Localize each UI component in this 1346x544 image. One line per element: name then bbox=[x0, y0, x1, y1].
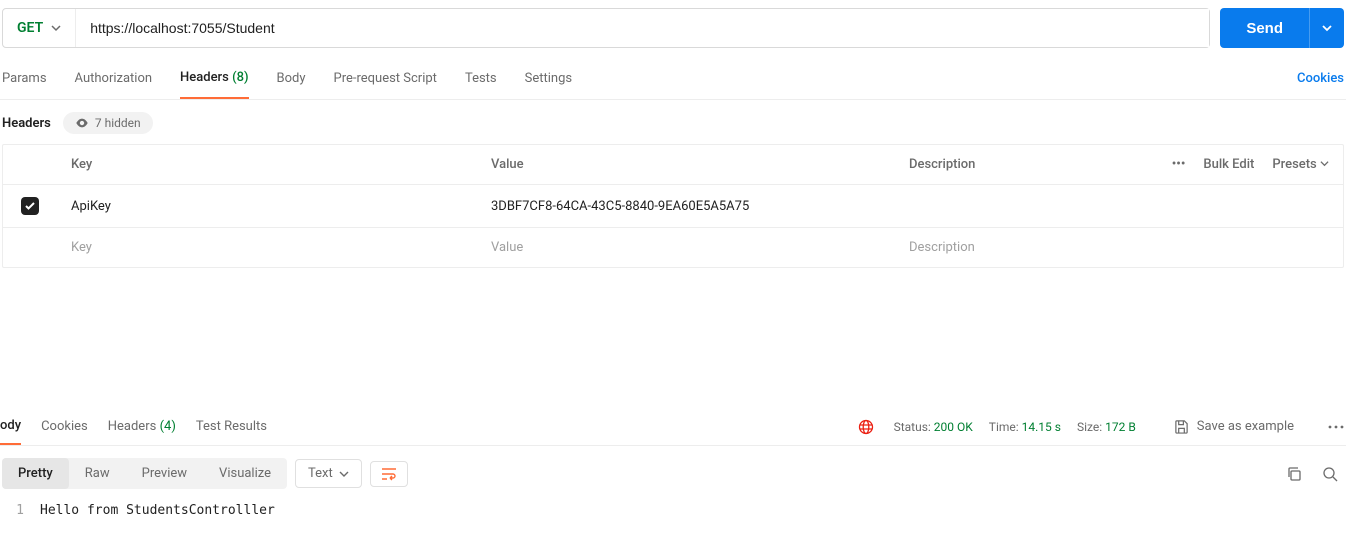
response-tabs: ody Cookies Headers (4) Test Results Sta… bbox=[0, 408, 1346, 446]
headers-title: Headers bbox=[2, 116, 51, 131]
row-checkbox[interactable] bbox=[21, 197, 39, 215]
save-as-example-button[interactable]: Save as example bbox=[1174, 419, 1294, 434]
header-desc-input[interactable]: Description bbox=[895, 228, 1133, 267]
search-icon[interactable] bbox=[1316, 466, 1344, 482]
tab-prerequest[interactable]: Pre-request Script bbox=[334, 71, 437, 98]
view-pretty[interactable]: Pretty bbox=[2, 458, 69, 489]
request-tabs: Params Authorization Headers (8) Body Pr… bbox=[0, 56, 1346, 100]
view-visualize[interactable]: Visualize bbox=[203, 458, 287, 489]
col-value: Value bbox=[477, 145, 895, 184]
tab-params[interactable]: Params bbox=[2, 71, 47, 98]
network-icon[interactable] bbox=[858, 419, 874, 435]
more-options-icon[interactable]: ••• bbox=[1172, 157, 1186, 172]
response-status: Status: 200 OK Time: 14.15 s Size: 172 B bbox=[894, 420, 1136, 434]
tab-tests[interactable]: Tests bbox=[465, 71, 497, 98]
header-value-input[interactable]: Value bbox=[477, 228, 895, 267]
header-desc-cell[interactable] bbox=[895, 194, 1133, 218]
url-input[interactable] bbox=[76, 9, 1209, 47]
bulk-edit-button[interactable]: Bulk Edit bbox=[1203, 157, 1254, 172]
http-method-label: GET bbox=[17, 20, 43, 36]
header-key-input[interactable]: Key bbox=[57, 228, 477, 267]
response-tab-testresults[interactable]: Test Results bbox=[196, 409, 267, 444]
view-raw[interactable]: Raw bbox=[69, 458, 126, 489]
tab-authorization[interactable]: Authorization bbox=[75, 71, 153, 98]
tab-body[interactable]: Body bbox=[277, 71, 306, 98]
send-options-button[interactable] bbox=[1309, 8, 1344, 48]
response-view-tabs: Pretty Raw Preview Visualize bbox=[2, 458, 287, 489]
col-key: Key bbox=[57, 145, 477, 184]
col-description: Description bbox=[895, 145, 1133, 184]
table-row: ApiKey 3DBF7CF8-64CA-43C5-8840-9EA60E5A5… bbox=[3, 185, 1343, 228]
tab-settings[interactable]: Settings bbox=[525, 71, 572, 98]
tab-headers-label: Headers bbox=[180, 70, 229, 85]
response-tab-headers[interactable]: Headers (4) bbox=[108, 409, 176, 444]
wrap-lines-button[interactable] bbox=[370, 461, 408, 487]
response-tab-body[interactable]: ody bbox=[0, 408, 21, 445]
copy-icon[interactable] bbox=[1280, 466, 1308, 482]
chevron-down-icon bbox=[339, 469, 349, 479]
response-body-text: Hello from StudentsControlller bbox=[40, 503, 275, 518]
response-tab-cookies[interactable]: Cookies bbox=[41, 409, 88, 444]
line-number: 1 bbox=[0, 503, 40, 518]
eye-icon bbox=[75, 116, 89, 130]
http-method-select[interactable]: GET bbox=[3, 9, 76, 47]
header-key-cell[interactable]: ApiKey bbox=[57, 187, 477, 226]
format-select[interactable]: Text bbox=[295, 459, 362, 488]
header-value-cell[interactable]: 3DBF7CF8-64CA-43C5-8840-9EA60E5A5A75 bbox=[477, 187, 895, 226]
hidden-headers-label: 7 hidden bbox=[95, 116, 141, 130]
hidden-headers-toggle[interactable]: 7 hidden bbox=[63, 112, 153, 134]
cookies-link[interactable]: Cookies bbox=[1297, 71, 1344, 98]
send-button[interactable]: Send bbox=[1220, 8, 1309, 48]
table-row-empty: Key Value Description bbox=[3, 228, 1343, 267]
request-bar: GET bbox=[2, 8, 1210, 48]
chevron-down-icon bbox=[51, 23, 61, 33]
response-more-icon[interactable] bbox=[1328, 425, 1344, 429]
tab-headers-count: (8) bbox=[232, 70, 248, 85]
headers-table: Key Value Description ••• Bulk Edit Pres… bbox=[2, 144, 1344, 268]
presets-button[interactable]: Presets bbox=[1272, 157, 1329, 172]
view-preview[interactable]: Preview bbox=[126, 458, 203, 489]
tab-headers[interactable]: Headers (8) bbox=[180, 70, 248, 99]
response-body: 1 Hello from StudentsControlller bbox=[0, 501, 1346, 526]
